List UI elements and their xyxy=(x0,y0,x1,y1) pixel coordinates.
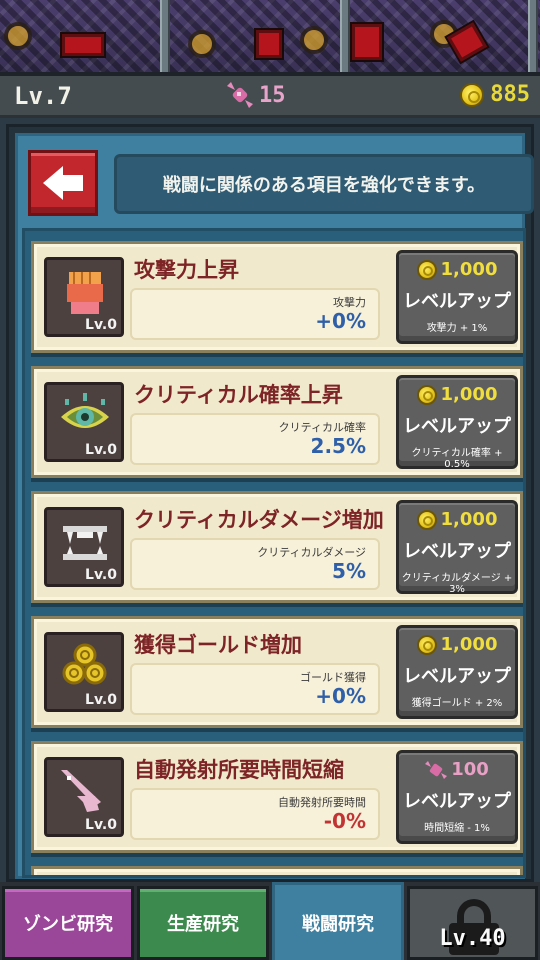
level-up-effect: 獲得ゴールド + 2% xyxy=(411,698,503,709)
gold-coin-icon xyxy=(460,82,485,107)
level-up-label: レベルアップ xyxy=(403,666,511,687)
status-bar: Lv.7 15 885 xyxy=(0,76,540,118)
gold-amount: 885 xyxy=(490,82,530,107)
back-button[interactable] xyxy=(28,150,98,216)
level-up-effect: クリティカル確率 + 0.5% xyxy=(411,448,503,470)
upgrade-title: 獲得ゴールド増加 xyxy=(134,633,302,657)
stat-box: 攻撃力 +0% xyxy=(130,288,380,340)
stat-box: ゴールド獲得 +0% xyxy=(130,663,380,715)
cost-row: 1,000 xyxy=(399,509,515,530)
upgrade-level: Lv.0 xyxy=(85,567,117,583)
upgrade-title: クリティカル確率上昇 xyxy=(134,383,343,407)
battle-research-panel: 戦闘に関係のある項目を強化できます。 Lv.0 攻撃力上昇 攻撃力 +0% 1,… xyxy=(6,124,534,882)
cost-value: 100 xyxy=(451,759,489,780)
upgrade-title: 自動発射所要時間短縮 xyxy=(134,758,344,782)
tab-label: 戦闘研究 xyxy=(302,913,374,935)
upgrade-title: クリティカルダメージ増加 xyxy=(134,508,384,532)
upgrade-list[interactable]: Lv.0 攻撃力上昇 攻撃力 +0% 1,000 レベルアップ 攻撃力 + 1% xyxy=(22,228,526,878)
stat-value: +0% xyxy=(315,309,366,333)
stat-box: クリティカルダメージ 5% xyxy=(130,538,380,590)
info-message: 戦闘に関係のある項目を強化できます。 xyxy=(114,154,534,214)
level-up-effect: 攻撃力 + 1% xyxy=(426,323,488,334)
gold-coin-icon xyxy=(416,634,437,655)
upgrade-icon-frame: Lv.0 xyxy=(44,507,124,587)
unlock-level: Lv.40 xyxy=(439,926,506,951)
upgrade-card-attack: Lv.0 攻撃力上昇 攻撃力 +0% 1,000 レベルアップ 攻撃力 + 1% xyxy=(31,241,523,353)
cost-value: 1,000 xyxy=(440,509,498,530)
gold-counter: 885 xyxy=(460,82,530,107)
back-arrow-icon xyxy=(43,166,83,200)
upgrade-icon-frame: Lv.0 xyxy=(44,632,124,712)
tab-locked[interactable]: Lv.40 xyxy=(407,886,538,960)
level-up-label: レベルアップ xyxy=(403,541,511,562)
gold-coin-icon xyxy=(416,259,437,280)
upgrade-card-crit-damage: Lv.0 クリティカルダメージ増加 クリティカルダメージ 5% 1,000 レベ… xyxy=(31,491,523,603)
candy-amount: 15 xyxy=(259,82,286,108)
upgrade-level: Lv.0 xyxy=(85,317,117,333)
stat-box: 自動発射所要時間 -0% xyxy=(130,788,380,840)
upgrade-icon-frame: Lv.0 xyxy=(44,257,124,337)
cost-row: 1,000 xyxy=(399,259,515,280)
level-up-button[interactable]: 1,000 レベルアップ 攻撃力 + 1% xyxy=(396,250,518,344)
upgrade-level: Lv.0 xyxy=(85,442,117,458)
cost-row: 100 xyxy=(399,759,515,780)
tab-production-research[interactable]: 生産研究 xyxy=(137,886,269,960)
stat-value: +0% xyxy=(315,684,366,708)
gold-coin-icon xyxy=(416,509,437,530)
fangs-icon xyxy=(63,526,107,560)
level-up-effect: 時間短縮 - 1% xyxy=(424,823,490,834)
cost-value: 1,000 xyxy=(440,259,498,280)
panel-inner: 戦闘に関係のある項目を強化できます。 Lv.0 攻撃力上昇 攻撃力 +0% 1,… xyxy=(15,133,534,879)
candy-icon xyxy=(425,760,448,779)
upgrade-card-partial xyxy=(31,866,523,875)
cost-value: 1,000 xyxy=(440,634,498,655)
research-tabs: ゾンビ研究 生産研究 戦闘研究 Lv.40 xyxy=(0,882,540,960)
stat-label: 自動発射所要時間 xyxy=(278,796,366,809)
level-up-label: レベルアップ xyxy=(403,416,511,437)
level-up-effect: クリティカルダメージ + 3% xyxy=(401,573,513,595)
stat-value: -0% xyxy=(323,809,366,833)
eye-icon xyxy=(61,393,109,428)
upgrade-title: 攻撃力上昇 xyxy=(134,258,239,282)
gold-coin-icon xyxy=(416,384,437,405)
tab-label: ゾンビ研究 xyxy=(23,914,113,935)
top-banner-art xyxy=(0,0,540,76)
player-level: Lv.7 xyxy=(14,82,72,110)
coins-icon xyxy=(62,643,107,685)
level-up-button[interactable]: 100 レベルアップ 時間短縮 - 1% xyxy=(396,750,518,844)
candy-counter: 15 xyxy=(225,80,286,110)
level-up-button[interactable]: 1,000 レベルアップ クリティカルダメージ + 3% xyxy=(396,500,518,595)
level-up-button[interactable]: 1,000 レベルアップ クリティカル確率 + 0.5% xyxy=(396,375,518,470)
stat-label: クリティカルダメージ xyxy=(257,546,366,559)
cost-row: 1,000 xyxy=(399,634,515,655)
stat-label: 攻撃力 xyxy=(333,296,366,309)
candy-icon xyxy=(225,80,255,110)
upgrade-level: Lv.0 xyxy=(85,817,117,833)
upgrade-card-gold-gain: Lv.0 獲得ゴールド増加 ゴールド獲得 +0% 1,000 レベルアップ 獲得… xyxy=(31,616,523,728)
stat-value: 2.5% xyxy=(310,434,366,458)
upgrade-level: Lv.0 xyxy=(85,692,117,708)
tab-zombie-research[interactable]: ゾンビ研究 xyxy=(2,886,134,960)
upgrade-card-auto-fire: Lv.0 自動発射所要時間短縮 自動発射所要時間 -0% 100 レベルアップ … xyxy=(31,741,523,853)
level-up-label: レベルアップ xyxy=(403,291,511,312)
level-up-label: レベルアップ xyxy=(403,791,511,812)
stat-value: 5% xyxy=(332,559,366,583)
cost-row: 1,000 xyxy=(399,384,515,405)
stat-box: クリティカル確率 2.5% xyxy=(130,413,380,465)
tab-battle-research[interactable]: 戦闘研究 xyxy=(272,882,404,960)
fist-icon xyxy=(67,272,103,314)
cost-value: 1,000 xyxy=(440,384,498,405)
stat-label: ゴールド獲得 xyxy=(300,671,366,684)
upgrade-card-crit-rate: Lv.0 クリティカル確率上昇 クリティカル確率 2.5% 1,000 レベルア… xyxy=(31,366,523,478)
upgrade-icon-frame: Lv.0 xyxy=(44,382,124,462)
gun-icon xyxy=(61,770,101,812)
stat-label: クリティカル確率 xyxy=(278,421,366,434)
level-up-button[interactable]: 1,000 レベルアップ 獲得ゴールド + 2% xyxy=(396,625,518,719)
tab-label: 生産研究 xyxy=(167,914,239,935)
upgrade-icon-frame: Lv.0 xyxy=(44,757,124,837)
